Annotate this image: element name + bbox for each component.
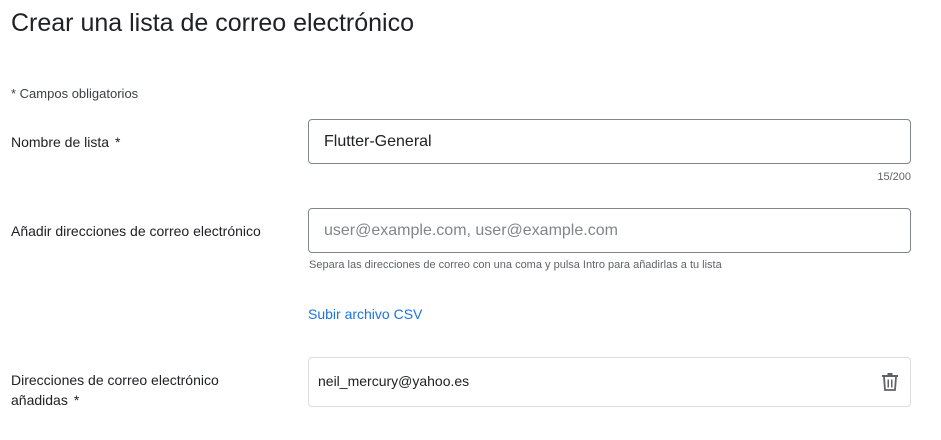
add-emails-hint: Separa las direcciones de correo con una… xyxy=(309,259,722,271)
add-emails-label: Añadir direcciones de correo electrónico xyxy=(11,223,261,239)
list-name-label: Nombre de lista * xyxy=(11,132,121,152)
upload-csv-link[interactable]: Subir archivo CSV xyxy=(308,306,422,322)
page-title: Crear una lista de correo electrónico xyxy=(11,9,414,37)
added-email-row: neil_mercury@yahoo.es xyxy=(308,357,911,407)
list-name-label-text: Nombre de lista xyxy=(11,134,110,150)
added-email-address: neil_mercury@yahoo.es xyxy=(318,373,470,389)
required-marker: * xyxy=(115,134,121,150)
delete-email-button[interactable] xyxy=(881,372,899,392)
char-counter: 15/200 xyxy=(877,171,911,183)
list-name-input[interactable] xyxy=(308,119,911,164)
added-emails-label: Direcciones de correo electrónico añadid… xyxy=(11,370,251,410)
required-marker: * xyxy=(73,392,80,408)
added-emails-label-text: Direcciones de correo electrónico añadid… xyxy=(11,372,219,408)
add-emails-input[interactable] xyxy=(308,208,911,253)
trash-icon xyxy=(881,372,899,392)
required-fields-note: * Campos obligatorios xyxy=(11,86,139,101)
